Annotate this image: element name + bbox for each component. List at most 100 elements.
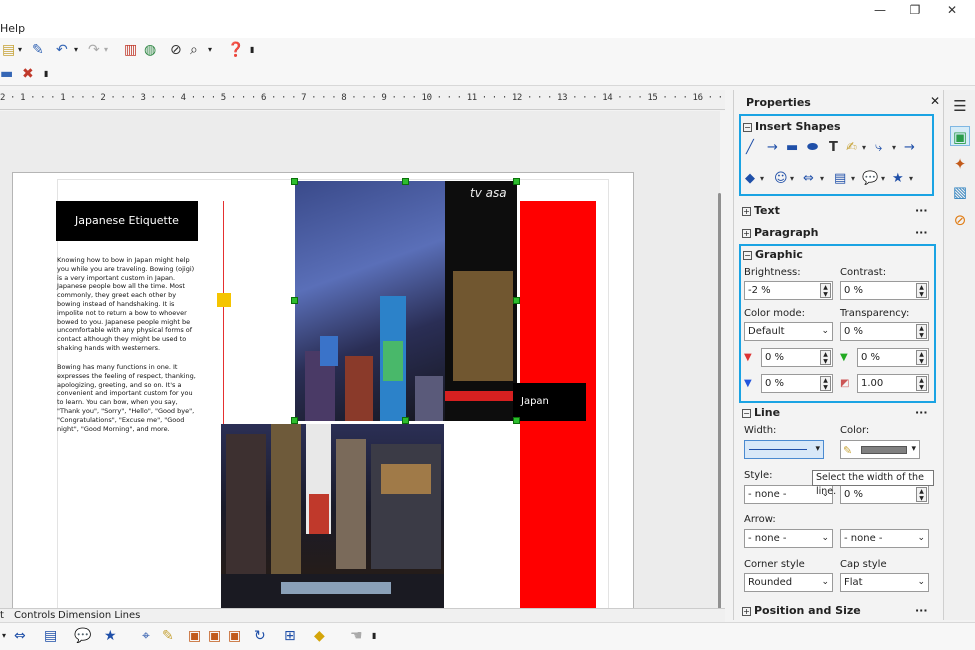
arrow-start-select[interactable]: - none - ⌄ [744, 529, 833, 548]
ellipse-icon[interactable]: ⬬ [807, 140, 818, 156]
paragraph-section-header[interactable]: + Paragraph [742, 226, 818, 239]
spin-arrows-icon[interactable]: ▲ ▼ [916, 283, 927, 298]
align-icon[interactable]: ⊞ [284, 627, 296, 645]
connector-dropdown-icon[interactable]: ▾ [892, 140, 896, 156]
line-width-select[interactable]: ▾ [744, 440, 824, 459]
image-icon[interactable]: ▣ [188, 627, 201, 645]
shadow-icon[interactable]: ☚ [350, 627, 363, 645]
line-more-options[interactable]: ··· [915, 406, 928, 419]
flowchart-icon[interactable]: ▤ [44, 627, 57, 645]
bottom-toolbar-overflow-icon[interactable]: ▮ [372, 627, 376, 645]
text-more-options[interactable]: ··· [915, 204, 928, 217]
glue-points-icon[interactable]: ✎ [162, 627, 174, 645]
slide-canvas[interactable]: Japanese Etiquette Knowing how to bow in… [0, 111, 720, 608]
brightness-spinbox[interactable]: -2 % ▲ ▼ [744, 281, 833, 300]
menu-help[interactable]: Help [0, 22, 25, 35]
stars-icon[interactable]: ★ [892, 171, 904, 187]
zoom-dropdown-icon[interactable]: ▾ [208, 41, 212, 59]
line-transparency-spinbox[interactable]: 0 % ▲ ▼ [840, 485, 929, 504]
red-spinbox[interactable]: 0 % ▲ ▼ [761, 348, 833, 367]
chart-icon[interactable]: ▥ [124, 41, 137, 59]
stars-dropdown-icon[interactable]: ▾ [909, 171, 913, 187]
clone-formatting-icon[interactable]: ✎ [32, 41, 44, 59]
close-sidebar-button[interactable]: ✕ [930, 94, 940, 108]
slide-icon[interactable]: ▬ [0, 65, 13, 83]
callout-dropdown-icon[interactable]: ▾ [881, 171, 885, 187]
zoom-icon[interactable]: ⌕ [190, 41, 198, 59]
basic-shapes-dropdown-icon[interactable]: ▾ [760, 171, 764, 187]
tokyo-photo-top[interactable]: tv asa [295, 181, 517, 421]
toolbar-overflow-icon[interactable]: ▮ [250, 41, 254, 59]
points-icon[interactable]: ⌖ [142, 627, 150, 645]
selection-handle[interactable] [513, 297, 520, 304]
line-arrow-icon[interactable]: → [904, 140, 915, 156]
line-section-header[interactable]: − Line [742, 406, 780, 419]
properties-deck-icon[interactable]: ▣ [950, 126, 970, 146]
spin-arrows-icon[interactable]: ▲ ▼ [820, 283, 831, 298]
slide-page[interactable]: Japanese Etiquette Knowing how to bow in… [12, 172, 634, 608]
spin-arrows-icon[interactable]: ▲ ▼ [820, 376, 831, 391]
freeform-icon[interactable]: ✍ [846, 140, 857, 156]
freeform-dropdown-icon[interactable]: ▾ [862, 140, 866, 156]
body-paragraph-2[interactable]: Bowing has many functions in one. It exp… [57, 363, 197, 433]
selection-handle[interactable] [402, 417, 409, 424]
selection-handle[interactable] [291, 178, 298, 185]
blue-spinbox[interactable]: 0 % ▲ ▼ [761, 374, 833, 393]
callout-icon[interactable]: 💬 [74, 627, 91, 645]
dropdown-icon[interactable]: ▾ [2, 627, 6, 645]
slide-transition-icon[interactable]: ✦ [950, 154, 970, 174]
fontwork-icon[interactable]: ▣ [208, 627, 221, 645]
symbol-shapes-dropdown-icon[interactable]: ▾ [790, 171, 794, 187]
tab-controls[interactable]: Controls [14, 610, 55, 621]
spin-arrows-icon[interactable]: ▲ ▼ [916, 487, 927, 502]
arrange-icon[interactable]: ◆ [314, 627, 325, 645]
undo-dropdown-icon[interactable]: ▾ [74, 41, 78, 59]
toolbar2-overflow-icon[interactable]: ▮ [44, 65, 48, 83]
corner-style-select[interactable]: Rounded ⌄ [744, 573, 833, 592]
text-tool-icon[interactable]: T [829, 140, 838, 156]
block-arrows-icon[interactable]: ⇔ [803, 171, 814, 187]
block-arrows-dropdown-icon[interactable]: ▾ [820, 171, 824, 187]
minimize-button[interactable]: — [870, 2, 890, 18]
tab-dimension-lines[interactable]: Dimension Lines [58, 610, 140, 621]
basic-shapes-icon[interactable]: ◆ [745, 171, 755, 187]
maximize-button[interactable]: ❐ [905, 2, 925, 18]
navigator-deck-icon[interactable]: ⊘ [950, 210, 970, 230]
symbol-shapes-icon[interactable]: ☺ [774, 171, 788, 187]
graphic-section-header[interactable]: − Graphic [743, 248, 803, 261]
media-icon[interactable]: ▣ [228, 627, 241, 645]
connector-icon[interactable]: ⤷ [875, 140, 882, 156]
flowchart-dropdown-icon[interactable]: ▾ [851, 171, 855, 187]
arrow-end-select[interactable]: - none - ⌄ [840, 529, 929, 548]
gallery-icon[interactable]: ▧ [950, 182, 970, 202]
gamma-spinbox[interactable]: 1.00 ▲ ▼ [857, 374, 929, 393]
tab-layout[interactable]: t [0, 610, 4, 621]
callout-shapes-icon[interactable]: 💬 [862, 171, 878, 187]
paste-dropdown-icon[interactable]: ▾ [18, 41, 22, 59]
contrast-spinbox[interactable]: 0 % ▲ ▼ [840, 281, 929, 300]
arrow-icon[interactable]: → [767, 140, 778, 156]
selection-handle[interactable] [291, 417, 298, 424]
line-color-select[interactable]: ✎ ▾ [840, 440, 920, 459]
close-window-button[interactable]: ✕ [942, 2, 962, 18]
position-size-more-options[interactable]: ··· [915, 604, 928, 617]
selection-handle[interactable] [402, 178, 409, 185]
transparency-spinbox[interactable]: 0 % ▲ ▼ [840, 322, 929, 341]
undo-icon[interactable]: ↶ [56, 41, 68, 59]
delete-slide-icon[interactable]: ✖ [22, 65, 34, 83]
position-size-header[interactable]: + Position and Size [742, 604, 861, 617]
japan-label[interactable]: Japan [513, 383, 586, 421]
slide-title-box[interactable]: Japanese Etiquette [56, 201, 198, 241]
green-spinbox[interactable]: 0 % ▲ ▼ [857, 348, 929, 367]
redo-icon[interactable]: ↷ [88, 41, 100, 59]
menu-icon[interactable]: ☰ [950, 96, 970, 116]
globe-icon[interactable]: ◍ [144, 41, 156, 59]
insert-shapes-header[interactable]: − Insert Shapes [743, 120, 841, 133]
yellow-handle[interactable] [217, 293, 231, 307]
rotate-icon[interactable]: ↻ [254, 627, 266, 645]
help-icon[interactable]: ❓ [227, 41, 244, 59]
spin-arrows-icon[interactable]: ▲ ▼ [916, 324, 927, 339]
tokyo-photo-bottom[interactable] [221, 424, 444, 608]
redo-dropdown-icon[interactable]: ▾ [104, 41, 108, 59]
cap-style-select[interactable]: Flat ⌄ [840, 573, 929, 592]
